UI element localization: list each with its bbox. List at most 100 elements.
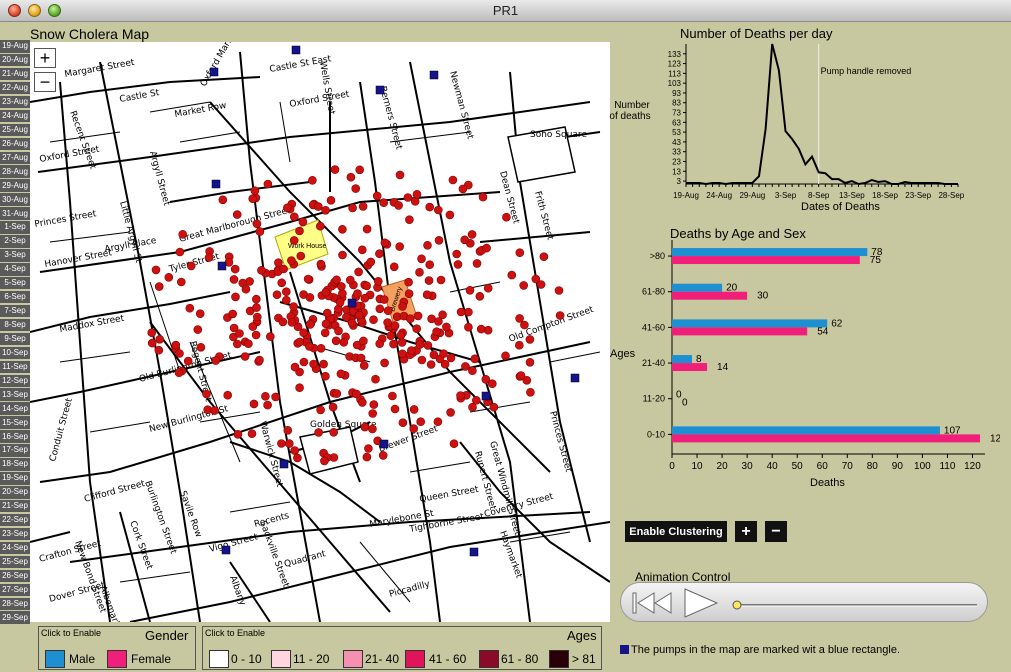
gender-legend[interactable]: Click to Enable Gender Male Female <box>38 626 196 670</box>
date-button-26-Sep[interactable]: 26-Sep <box>0 569 30 583</box>
date-button-13-Sep[interactable]: 13-Sep <box>0 388 30 401</box>
death-marker[interactable] <box>423 341 433 350</box>
death-marker[interactable] <box>353 289 362 298</box>
death-marker[interactable] <box>211 356 220 365</box>
death-marker[interactable] <box>465 286 475 295</box>
death-marker[interactable] <box>210 406 219 415</box>
death-marker[interactable] <box>405 314 415 324</box>
death-marker[interactable] <box>386 331 396 341</box>
death-marker[interactable] <box>248 322 258 331</box>
death-marker[interactable] <box>232 210 242 219</box>
date-button-1-Sep[interactable]: 1-Sep <box>0 221 30 234</box>
death-marker[interactable] <box>266 332 275 341</box>
death-marker[interactable] <box>336 369 346 379</box>
death-marker[interactable] <box>281 295 291 305</box>
death-marker[interactable] <box>305 342 314 351</box>
death-marker[interactable] <box>482 243 491 253</box>
male-bar[interactable] <box>672 319 828 328</box>
death-marker[interactable] <box>359 336 368 346</box>
death-marker[interactable] <box>461 362 470 371</box>
death-marker[interactable] <box>223 390 232 400</box>
date-button-19-Aug[interactable]: 19-Aug <box>0 40 30 53</box>
death-marker[interactable] <box>380 358 389 368</box>
date-button-27-Sep[interactable]: 27-Sep <box>0 583 30 597</box>
date-button-11-Sep[interactable]: 11-Sep <box>0 360 30 374</box>
death-marker[interactable] <box>412 324 422 334</box>
death-marker[interactable] <box>352 389 361 399</box>
death-marker[interactable] <box>395 170 405 180</box>
death-marker[interactable] <box>233 429 243 439</box>
death-marker[interactable] <box>478 192 488 202</box>
date-button-29-Aug[interactable]: 29-Aug <box>0 179 30 192</box>
death-marker[interactable] <box>425 260 435 269</box>
pump-marker[interactable] <box>469 547 479 557</box>
death-marker[interactable] <box>283 425 293 435</box>
death-marker[interactable] <box>489 402 499 412</box>
date-button-20-Sep[interactable]: 20-Sep <box>0 486 30 499</box>
death-marker[interactable] <box>433 417 443 427</box>
death-marker[interactable] <box>375 304 385 314</box>
date-button-8-Sep[interactable]: 8-Sep <box>0 318 30 332</box>
death-marker[interactable] <box>346 172 356 182</box>
age-61-80-label[interactable]: 61 - 80 <box>501 652 538 666</box>
date-button-19-Sep[interactable]: 19-Sep <box>0 472 30 485</box>
death-marker[interactable] <box>378 451 388 460</box>
age-81-label[interactable]: > 81 <box>572 652 596 666</box>
death-marker[interactable] <box>313 202 323 211</box>
death-marker[interactable] <box>252 303 261 312</box>
date-button-17-Sep[interactable]: 17-Sep <box>0 444 30 457</box>
age-11-20-label[interactable]: 11 - 20 <box>293 652 329 666</box>
death-marker[interactable] <box>390 321 400 331</box>
death-marker[interactable] <box>287 317 297 327</box>
death-marker[interactable] <box>229 323 239 333</box>
death-marker[interactable] <box>314 428 323 437</box>
death-marker[interactable] <box>252 219 262 229</box>
death-marker[interactable] <box>357 245 367 255</box>
death-marker[interactable] <box>175 247 185 257</box>
death-marker[interactable] <box>436 275 446 285</box>
male-label[interactable]: Male <box>69 652 95 666</box>
death-marker[interactable] <box>425 202 435 212</box>
date-button-23-Aug[interactable]: 23-Aug <box>0 95 30 109</box>
female-bar[interactable] <box>672 256 860 265</box>
death-marker[interactable] <box>274 258 283 267</box>
death-marker[interactable] <box>308 176 317 185</box>
death-marker[interactable] <box>284 439 294 448</box>
death-marker[interactable] <box>373 277 383 286</box>
pump-marker[interactable] <box>570 373 580 383</box>
date-button-16-Sep[interactable]: 16-Sep <box>0 430 30 443</box>
death-marker[interactable] <box>369 400 379 409</box>
death-marker[interactable] <box>404 289 414 298</box>
date-button-29-Sep[interactable]: 29-Sep <box>0 611 30 624</box>
date-button-24-Aug[interactable]: 24-Aug <box>0 109 30 123</box>
date-button-9-Sep[interactable]: 9-Sep <box>0 332 30 346</box>
death-marker[interactable] <box>468 366 477 376</box>
death-marker[interactable] <box>446 353 456 363</box>
death-marker[interactable] <box>331 336 341 346</box>
death-marker[interactable] <box>175 349 184 358</box>
date-button-23-Sep[interactable]: 23-Sep <box>0 527 30 541</box>
death-marker[interactable] <box>290 362 300 372</box>
death-marker[interactable] <box>281 287 291 296</box>
date-button-25-Aug[interactable]: 25-Aug <box>0 123 30 137</box>
death-marker[interactable] <box>520 320 529 330</box>
death-marker[interactable] <box>271 392 280 402</box>
death-marker[interactable] <box>372 191 382 201</box>
pump-marker[interactable] <box>209 67 219 77</box>
death-marker[interactable] <box>403 193 413 202</box>
death-marker[interactable] <box>453 260 463 269</box>
death-marker[interactable] <box>526 387 535 397</box>
death-marker[interactable] <box>334 326 343 336</box>
death-marker[interactable] <box>464 322 473 332</box>
death-marker[interactable] <box>383 306 393 316</box>
date-button-2-Sep[interactable]: 2-Sep <box>0 235 30 248</box>
pump-marker[interactable] <box>375 85 385 95</box>
death-marker[interactable] <box>501 351 510 361</box>
death-marker[interactable] <box>417 355 427 365</box>
death-marker[interactable] <box>362 452 372 462</box>
death-marker[interactable] <box>253 312 262 322</box>
death-marker[interactable] <box>151 265 161 275</box>
death-marker[interactable] <box>409 424 419 433</box>
death-marker[interactable] <box>456 307 466 317</box>
date-button-7-Sep[interactable]: 7-Sep <box>0 304 30 318</box>
